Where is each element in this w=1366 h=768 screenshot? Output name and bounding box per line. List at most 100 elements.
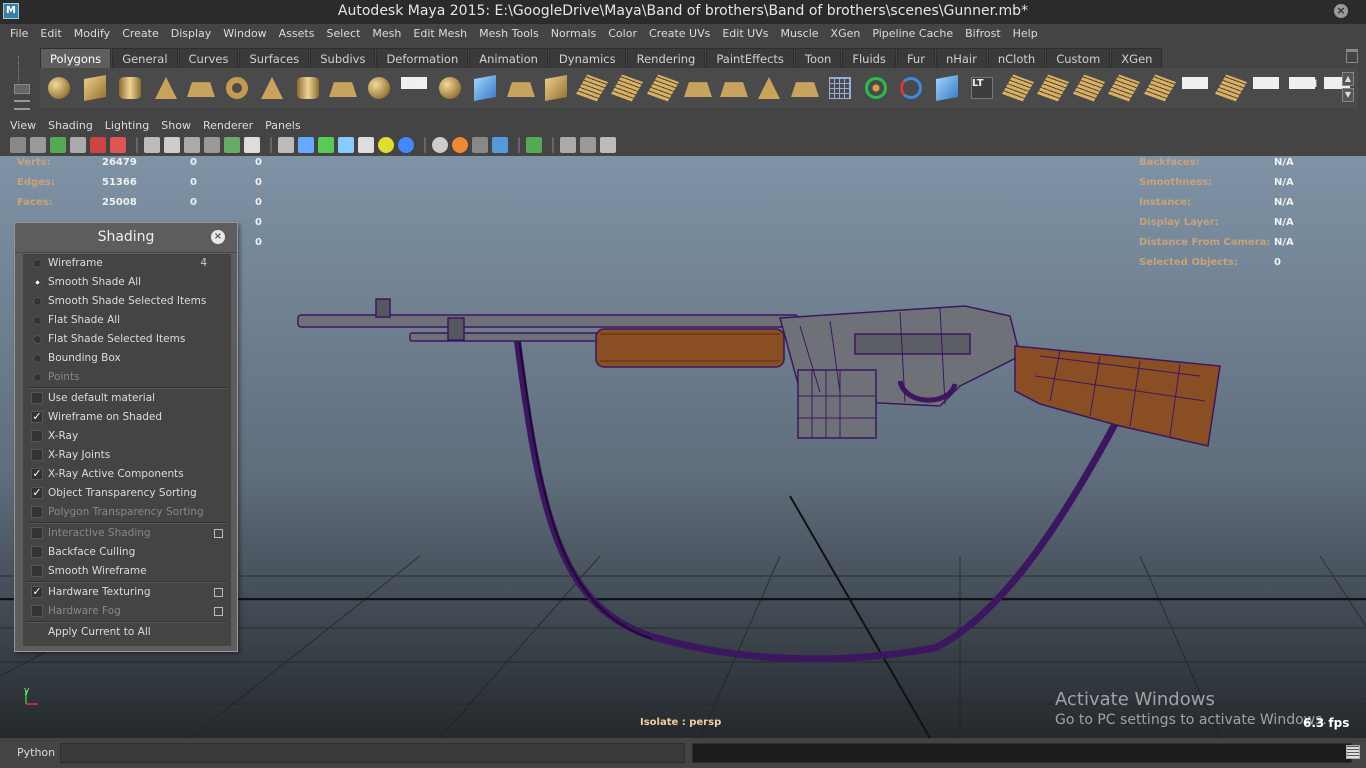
shelf-tab-general[interactable]: General bbox=[112, 48, 178, 68]
radio-button[interactable] bbox=[33, 297, 42, 306]
poly-pyramid-icon[interactable] bbox=[257, 73, 287, 103]
menu-display[interactable]: Display bbox=[165, 27, 218, 40]
uv-spherical-icon[interactable] bbox=[1072, 73, 1105, 103]
menu-window[interactable]: Window bbox=[217, 27, 272, 40]
extrude-icon[interactable] bbox=[575, 73, 608, 103]
radio-button[interactable] bbox=[33, 278, 42, 287]
grease-pencil-icon[interactable] bbox=[110, 137, 126, 153]
poly-cylinder-icon[interactable] bbox=[115, 73, 145, 103]
rv-icon[interactable]: RV bbox=[1251, 73, 1281, 103]
de-tool-icon[interactable]: DE bbox=[1180, 73, 1210, 103]
shadows-icon[interactable] bbox=[378, 137, 394, 153]
safe-action-icon[interactable] bbox=[244, 137, 260, 153]
panel-menu-lighting[interactable]: Lighting bbox=[99, 119, 155, 132]
shelf-tab-ncloth[interactable]: nCloth bbox=[987, 48, 1046, 68]
smooth-icon[interactable] bbox=[541, 73, 571, 103]
combine-icon[interactable] bbox=[435, 73, 465, 103]
smooth-shade-mode-icon[interactable] bbox=[298, 137, 314, 153]
wireframe-on-shaded-icon[interactable] bbox=[318, 137, 334, 153]
camera-attributes-icon[interactable] bbox=[30, 137, 46, 153]
checkbox[interactable] bbox=[31, 430, 43, 442]
poly-cube-icon[interactable] bbox=[80, 73, 110, 103]
motion-blur-icon[interactable] bbox=[432, 137, 448, 153]
radio-button[interactable] bbox=[33, 259, 42, 268]
menu-create-uvs[interactable]: Create UVs bbox=[643, 27, 716, 40]
shading-option-wireframe-on-shaded[interactable]: ✓ Wireframe on Shaded bbox=[23, 408, 231, 427]
shelf-tab-painteffects[interactable]: PaintEffects bbox=[706, 48, 794, 68]
wireframe-cube-icon[interactable] bbox=[825, 73, 855, 103]
shelf-tab-dynamics[interactable]: Dynamics bbox=[548, 48, 626, 68]
menu-mesh-tools[interactable]: Mesh Tools bbox=[473, 27, 545, 40]
shelf-tab-fluids[interactable]: Fluids bbox=[842, 48, 896, 68]
shading-option-wireframe[interactable]: Wireframe 4 bbox=[23, 254, 231, 273]
screen-space-ao-icon[interactable] bbox=[398, 137, 414, 153]
menu-select[interactable]: Select bbox=[320, 27, 366, 40]
script-editor-icon[interactable] bbox=[1346, 745, 1360, 759]
shelf-tab-deformation[interactable]: Deformation bbox=[376, 48, 469, 68]
uv-unfold-icon[interactable] bbox=[1143, 73, 1176, 103]
menu-edit[interactable]: Edit bbox=[34, 27, 67, 40]
panel-menu-panels[interactable]: Panels bbox=[259, 119, 306, 132]
multisample-aa-icon[interactable] bbox=[452, 137, 468, 153]
menu-edit-mesh[interactable]: Edit Mesh bbox=[407, 27, 473, 40]
shelf-scroll-up-icon[interactable]: ▲ bbox=[1342, 72, 1354, 86]
panel-menu-show[interactable]: Show bbox=[155, 119, 197, 132]
menu-pipeline-cache[interactable]: Pipeline Cache bbox=[866, 27, 959, 40]
shading-option-x-ray-active-components[interactable]: ✓ X-Ray Active Components bbox=[23, 465, 231, 484]
command-input[interactable] bbox=[60, 743, 685, 763]
shading-option-backface-culling[interactable]: Backface Culling bbox=[23, 543, 231, 562]
extract-icon[interactable] bbox=[506, 73, 536, 103]
bookmarks-icon[interactable] bbox=[50, 137, 66, 153]
radio-button[interactable] bbox=[33, 335, 42, 344]
menu-mesh[interactable]: Mesh bbox=[366, 27, 407, 40]
shelf-tab-subdivs[interactable]: Subdivs bbox=[310, 48, 376, 68]
shading-popup-header[interactable]: Shading × bbox=[15, 223, 237, 253]
hud-toggle-icon[interactable] bbox=[600, 137, 616, 153]
wireframe-mode-icon[interactable] bbox=[278, 137, 294, 153]
xray-active-icon[interactable] bbox=[580, 137, 596, 153]
checkbox[interactable] bbox=[31, 449, 43, 461]
lt-tool-icon[interactable]: LT bbox=[967, 73, 997, 103]
shelf-tab-fur[interactable]: Fur bbox=[896, 48, 935, 68]
sculpt-icon[interactable] bbox=[754, 73, 784, 103]
depth-of-field-icon[interactable] bbox=[472, 137, 488, 153]
mirror-icon[interactable] bbox=[932, 73, 962, 103]
menu-create[interactable]: Create bbox=[116, 27, 165, 40]
curve-tool-icon[interactable] bbox=[328, 73, 358, 103]
shading-option-use-default-material[interactable]: Use default material bbox=[23, 389, 231, 408]
menu-file[interactable]: File bbox=[4, 27, 34, 40]
shading-option-x-ray[interactable]: X-Ray bbox=[23, 427, 231, 446]
uv-planar-icon[interactable] bbox=[1001, 73, 1034, 103]
shelf-tab-surfaces[interactable]: Surfaces bbox=[239, 48, 310, 68]
shelf-tab-toon[interactable]: Toon bbox=[794, 48, 842, 68]
shelf-tab-polygons[interactable]: Polygons bbox=[40, 48, 112, 68]
menu-modify[interactable]: Modify bbox=[68, 27, 116, 40]
checkbox[interactable] bbox=[31, 546, 43, 558]
shading-option-object-transparency-sorting[interactable]: ✓ Object Transparency Sorting bbox=[23, 484, 231, 503]
menu-xgen[interactable]: XGen bbox=[825, 27, 867, 40]
panel-menu-renderer[interactable]: Renderer bbox=[197, 119, 259, 132]
grid-icon[interactable] bbox=[144, 137, 160, 153]
menu-muscle[interactable]: Muscle bbox=[774, 27, 824, 40]
textured-mode-icon[interactable] bbox=[338, 137, 354, 153]
panel-menu-shading[interactable]: Shading bbox=[42, 119, 99, 132]
command-language-toggle[interactable]: Python bbox=[17, 746, 55, 759]
uv-layout-icon[interactable] bbox=[1214, 73, 1247, 103]
isolate-select-icon[interactable] bbox=[526, 137, 542, 153]
soccer-ball-icon[interactable] bbox=[364, 73, 394, 103]
menu-normals[interactable]: Normals bbox=[545, 27, 603, 40]
shelf-tab-rendering[interactable]: Rendering bbox=[626, 48, 706, 68]
xray-joints-icon[interactable] bbox=[560, 137, 576, 153]
separate-icon[interactable] bbox=[470, 73, 500, 103]
gate-mask-icon[interactable] bbox=[204, 137, 220, 153]
history-icon[interactable]: His bbox=[399, 73, 429, 103]
use-all-lights-icon[interactable] bbox=[358, 137, 374, 153]
checkbox[interactable]: ✓ bbox=[31, 487, 43, 499]
shelf-tab-xgen[interactable]: XGen bbox=[1111, 48, 1163, 68]
shelf-tab-animation[interactable]: Animation bbox=[469, 48, 548, 68]
shelf-options-icon[interactable] bbox=[14, 100, 30, 110]
checkbox[interactable] bbox=[31, 565, 43, 577]
shading-option-bounding-box[interactable]: Bounding Box bbox=[23, 349, 231, 368]
checkbox[interactable] bbox=[31, 392, 43, 404]
shading-option-hardware-texturing[interactable]: ✓ Hardware Texturing bbox=[23, 583, 231, 602]
